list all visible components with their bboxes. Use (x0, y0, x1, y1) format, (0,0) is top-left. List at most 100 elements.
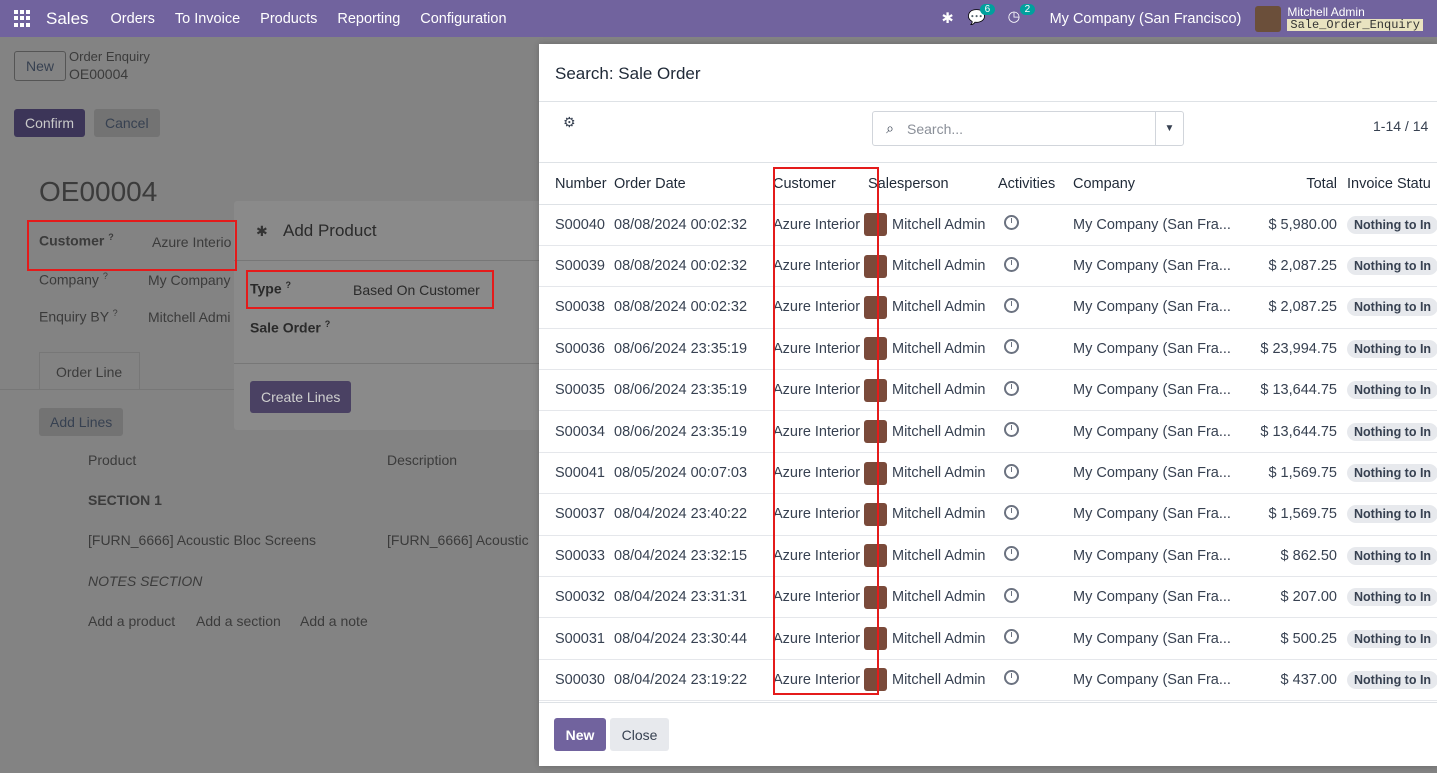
table-row[interactable]: S00039 08/08/2024 00:02:32 Azure Interior M… (539, 245, 1437, 288)
cell-order-date[interactable]: 08/04/2024 23:40:22 (614, 493, 766, 536)
activity-clock-icon[interactable] (1004, 670, 1019, 686)
cell-total[interactable]: $ 1,569.75 (1235, 452, 1345, 495)
cell-number[interactable]: S00036 (539, 328, 614, 371)
cell-order-date[interactable]: 08/04/2024 23:30:44 (614, 617, 766, 660)
cell-order-date[interactable]: 08/04/2024 23:32:15 (614, 535, 766, 578)
activity-clock-icon[interactable] (1004, 504, 1019, 520)
cell-customer[interactable]: Azure Interior (766, 535, 864, 578)
cell-customer[interactable]: Azure Interior (766, 328, 864, 371)
cell-number[interactable]: S00038 (539, 286, 614, 329)
cell-customer[interactable]: Azure Interior (766, 410, 864, 453)
cell-number[interactable]: S00035 (539, 369, 614, 412)
cell-order-date[interactable]: 08/04/2024 23:19:22 (614, 659, 766, 702)
cell-invoice-status[interactable]: Nothing to In (1345, 493, 1437, 536)
cell-customer[interactable]: Azure Interior (766, 576, 864, 619)
activity-clock-icon[interactable] (1004, 297, 1019, 313)
cell-salesperson[interactable]: Mitchell Admin (864, 535, 998, 578)
cell-total[interactable]: $ 23,994.75 (1235, 328, 1345, 371)
cell-activities[interactable] (998, 328, 1069, 371)
activity-clock-icon[interactable] (1004, 587, 1019, 603)
cell-invoice-status[interactable]: Nothing to In (1345, 245, 1437, 288)
cell-total[interactable]: $ 13,644.75 (1235, 410, 1345, 453)
table-row[interactable]: S00035 08/06/2024 23:35:19 Azure Interior M… (539, 369, 1437, 412)
cell-number[interactable]: S00033 (539, 535, 614, 578)
cell-customer[interactable]: Azure Interior (766, 617, 864, 660)
col-order-date[interactable]: Order Date (614, 164, 766, 205)
cell-order-date[interactable]: 08/08/2024 00:02:32 (614, 286, 766, 329)
cell-customer[interactable]: Azure Interior (766, 369, 864, 412)
cell-order-date[interactable]: 08/06/2024 23:35:19 (614, 369, 766, 412)
cell-total[interactable]: $ 1,569.75 (1235, 493, 1345, 536)
cell-salesperson[interactable]: Mitchell Admin (864, 245, 998, 288)
cell-activities[interactable] (998, 410, 1069, 453)
search-input[interactable] (907, 120, 1147, 137)
activity-clock-icon[interactable] (1004, 380, 1019, 396)
cell-activities[interactable] (998, 659, 1069, 702)
cell-invoice-status[interactable]: Nothing to In (1345, 204, 1437, 246)
menu-reporting[interactable]: Reporting (337, 11, 400, 27)
activity-clock-icon[interactable] (1004, 629, 1019, 645)
pager-value[interactable]: 1-14 / 14 (1373, 118, 1428, 134)
cell-total[interactable]: $ 500.25 (1235, 617, 1345, 660)
menu-to-invoice[interactable]: To Invoice (175, 11, 240, 27)
cell-salesperson[interactable]: Mitchell Admin (864, 369, 998, 412)
cell-number[interactable]: S00037 (539, 493, 614, 536)
table-row[interactable]: S00033 08/04/2024 23:32:15 Azure Interior M… (539, 535, 1437, 578)
cell-invoice-status[interactable]: Nothing to In (1345, 286, 1437, 329)
cell-salesperson[interactable]: Mitchell Admin (864, 617, 998, 660)
cell-total[interactable]: $ 2,087.25 (1235, 286, 1345, 329)
cell-order-date[interactable]: 08/08/2024 00:02:32 (614, 204, 766, 246)
cell-activities[interactable] (998, 452, 1069, 495)
cell-activities[interactable] (998, 286, 1069, 329)
cell-order-date[interactable]: 08/08/2024 00:02:32 (614, 245, 766, 288)
apps-menu-icon[interactable] (14, 9, 32, 28)
cell-order-date[interactable]: 08/06/2024 23:35:19 (614, 328, 766, 371)
cell-number[interactable]: S00031 (539, 617, 614, 660)
cell-total[interactable]: $ 5,980.00 (1235, 204, 1345, 246)
cell-total[interactable]: $ 207.00 (1235, 576, 1345, 619)
menu-products[interactable]: Products (260, 11, 317, 27)
close-button[interactable]: Close (610, 718, 669, 751)
menu-orders[interactable]: Orders (111, 11, 155, 27)
cell-company[interactable]: My Company (San Fra... (1069, 576, 1235, 619)
table-row[interactable]: S00036 08/06/2024 23:35:19 Azure Interior M… (539, 328, 1437, 371)
cell-invoice-status[interactable]: Nothing to In (1345, 410, 1437, 453)
new-button[interactable]: New (554, 718, 606, 751)
cell-invoice-status[interactable]: Nothing to In (1345, 576, 1437, 619)
col-number[interactable]: Number (539, 164, 614, 205)
cell-salesperson[interactable]: Mitchell Admin (864, 410, 998, 453)
cell-invoice-status[interactable]: Nothing to In (1345, 328, 1437, 371)
col-salesperson[interactable]: Salesperson (864, 164, 998, 205)
cell-company[interactable]: My Company (San Fra... (1069, 410, 1235, 453)
table-row[interactable]: S00030 08/04/2024 23:19:22 Azure Interior M… (539, 659, 1437, 702)
cell-number[interactable]: S00032 (539, 576, 614, 619)
cell-activities[interactable] (998, 204, 1069, 246)
cell-salesperson[interactable]: Mitchell Admin (864, 576, 998, 619)
cell-company[interactable]: My Company (San Fra... (1069, 328, 1235, 371)
messages-icon[interactable]: 💬 6 (968, 3, 996, 29)
debug-bug-icon[interactable]: ✱ (941, 11, 953, 27)
cell-company[interactable]: My Company (San Fra... (1069, 204, 1235, 246)
cell-number[interactable]: S00040 (539, 204, 614, 246)
cell-invoice-status[interactable]: Nothing to In (1345, 369, 1437, 412)
cell-salesperson[interactable]: Mitchell Admin (864, 204, 998, 246)
activity-clock-icon[interactable] (1004, 463, 1019, 479)
cell-company[interactable]: My Company (San Fra... (1069, 452, 1235, 495)
cell-invoice-status[interactable]: Nothing to In (1345, 659, 1437, 702)
cell-order-date[interactable]: 08/04/2024 23:31:31 (614, 576, 766, 619)
cell-total[interactable]: $ 2,087.25 (1235, 245, 1345, 288)
cell-company[interactable]: My Company (San Fra... (1069, 369, 1235, 412)
cell-salesperson[interactable]: Mitchell Admin (864, 328, 998, 371)
cell-activities[interactable] (998, 576, 1069, 619)
activities-clock-icon[interactable]: ◷ 2 (1008, 3, 1036, 29)
activity-clock-icon[interactable] (1004, 215, 1019, 231)
cell-salesperson[interactable]: Mitchell Admin (864, 493, 998, 536)
cell-number[interactable]: S00030 (539, 659, 614, 702)
col-customer[interactable]: Customer (766, 164, 864, 205)
cell-total[interactable]: $ 13,644.75 (1235, 369, 1345, 412)
cell-order-date[interactable]: 08/05/2024 00:07:03 (614, 452, 766, 495)
table-row[interactable]: S00040 08/08/2024 00:02:32 Azure Interior M… (539, 204, 1437, 246)
cell-customer[interactable]: Azure Interior (766, 286, 864, 329)
cell-invoice-status[interactable]: Nothing to In (1345, 617, 1437, 660)
activity-clock-icon[interactable] (1004, 546, 1019, 562)
